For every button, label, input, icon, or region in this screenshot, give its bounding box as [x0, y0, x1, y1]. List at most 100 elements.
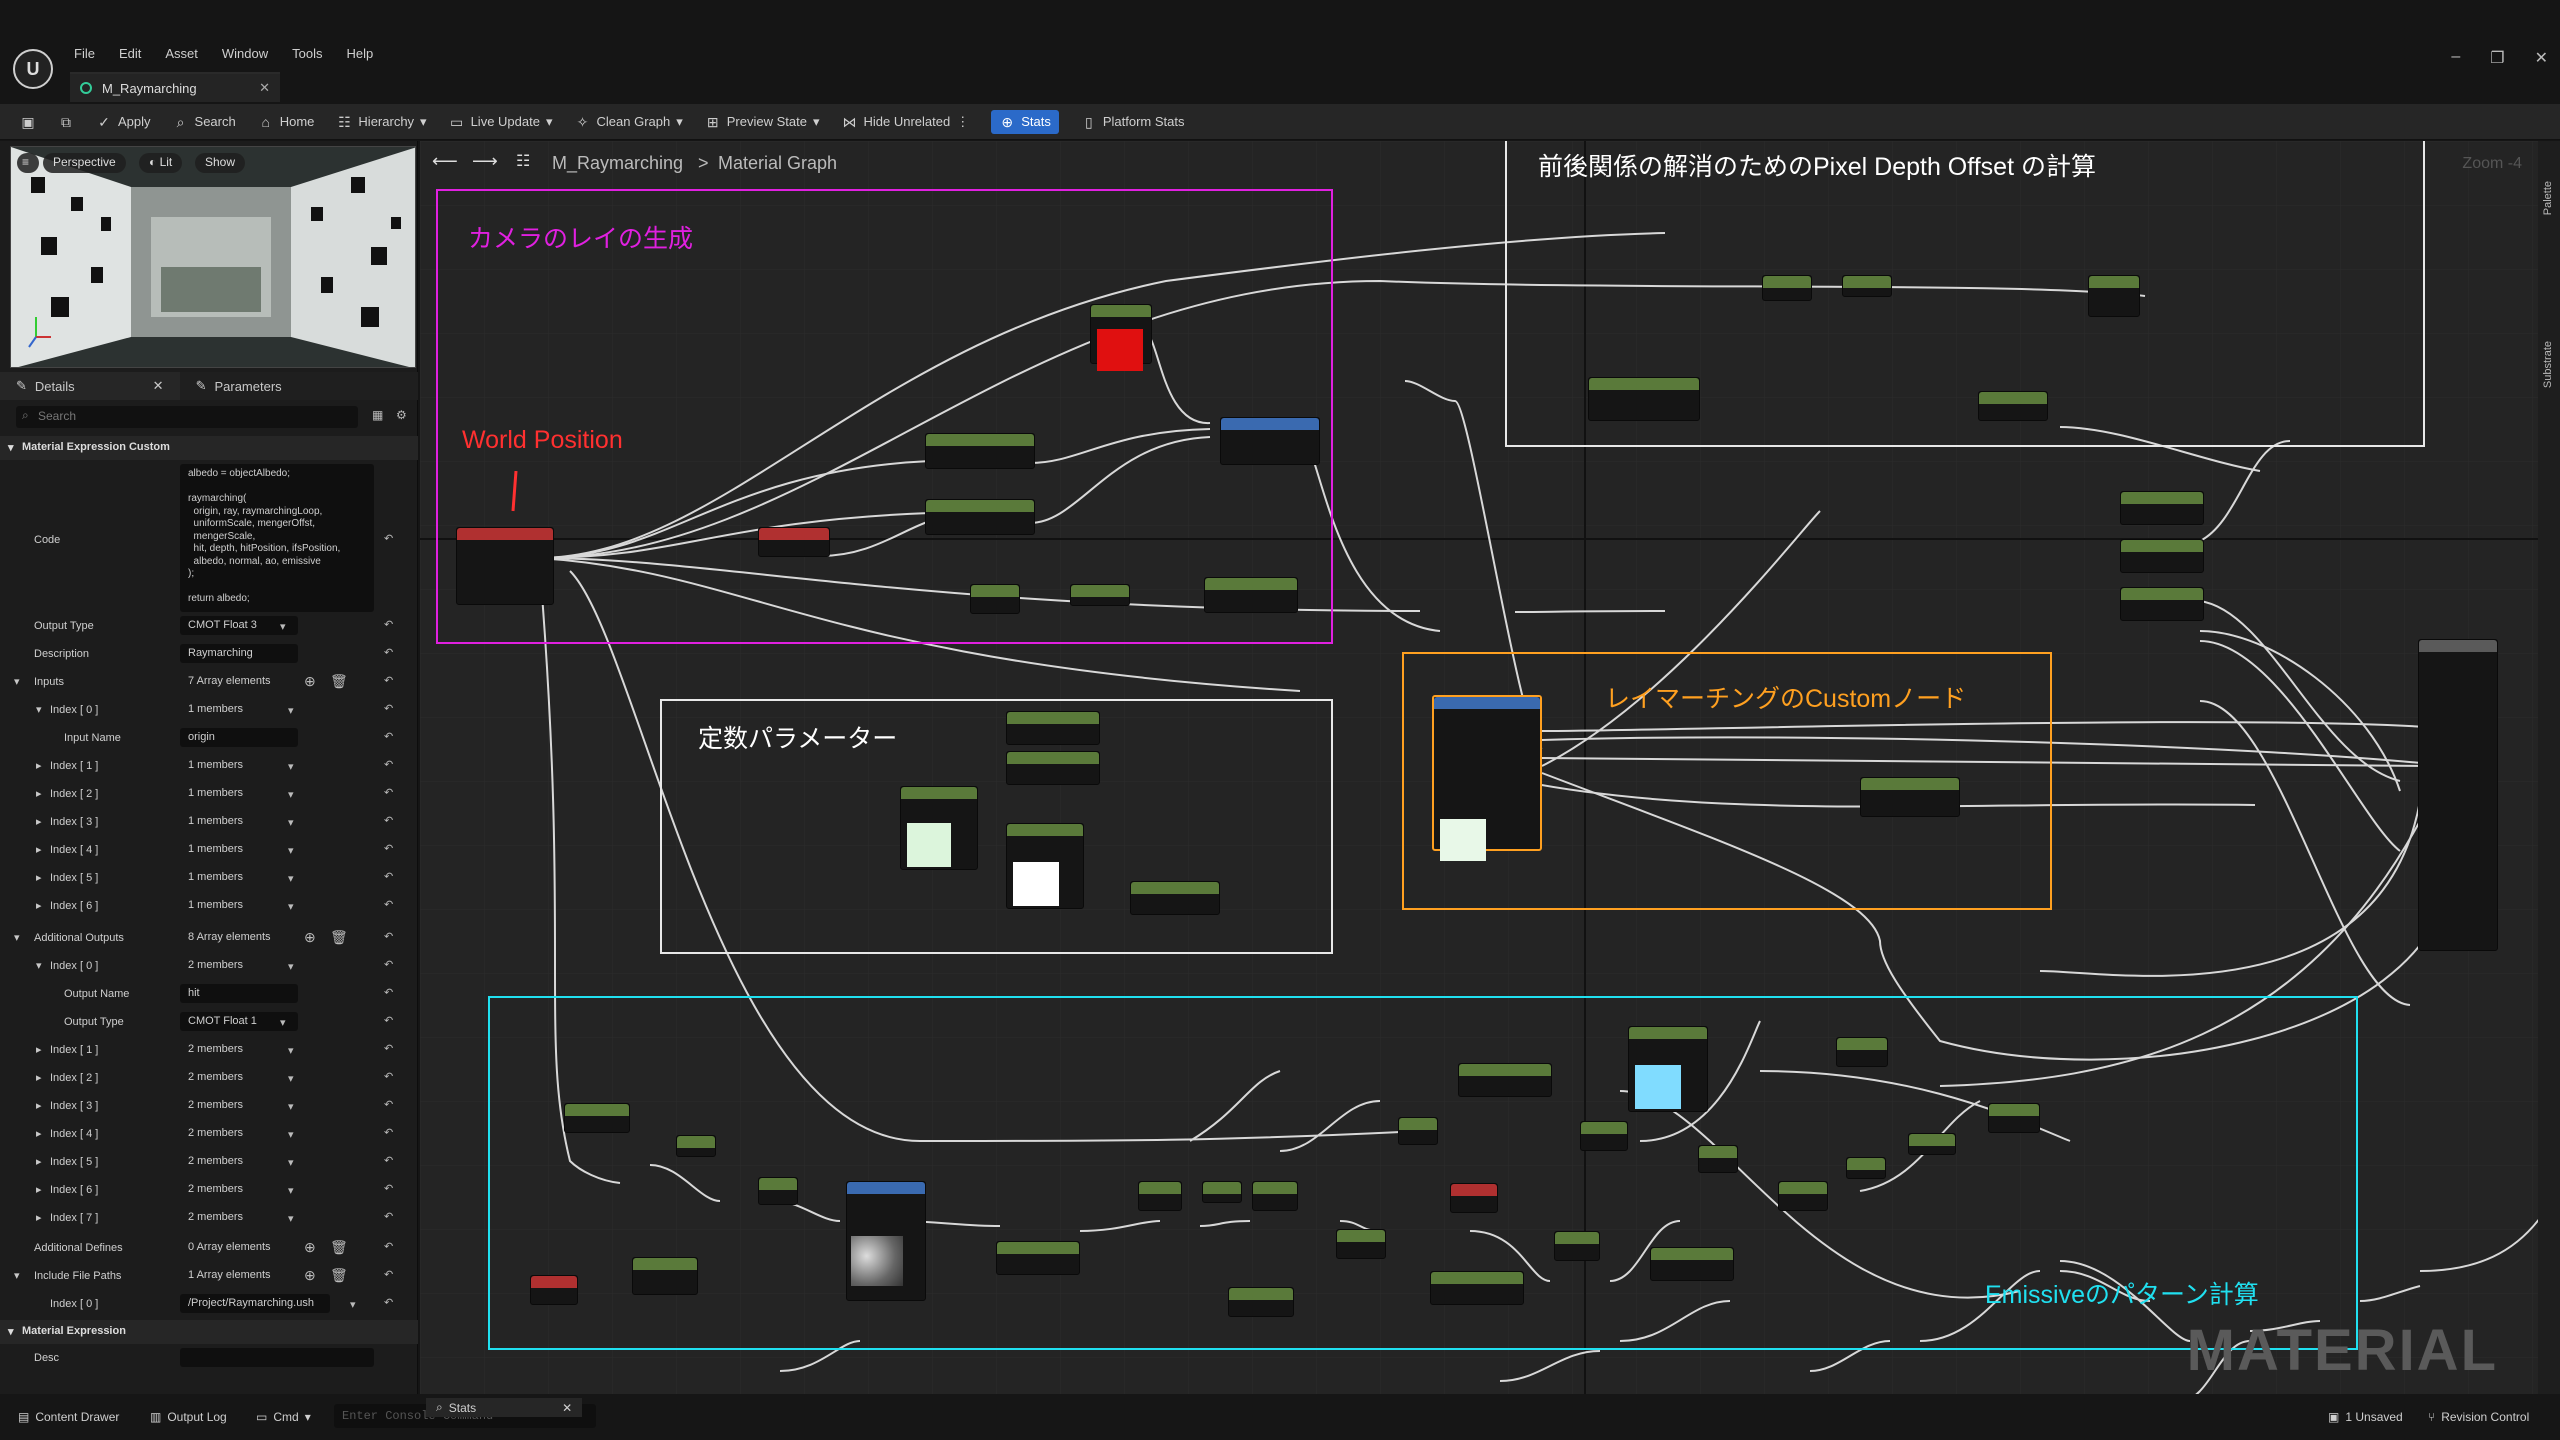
length-node[interactable] [1842, 275, 1892, 297]
metallic-param-node[interactable] [2120, 491, 2204, 525]
chevron-down-icon[interactable]: ▾ [288, 1156, 294, 1169]
reset-icon[interactable]: ↶ [384, 1014, 393, 1027]
close-tab-icon[interactable]: ✕ [562, 1401, 572, 1415]
reset-icon[interactable]: ↶ [384, 674, 393, 687]
reset-icon[interactable]: ↶ [384, 814, 393, 827]
chevron-down-icon[interactable]: ▾ [288, 816, 294, 829]
menu-help[interactable]: Help [346, 46, 373, 61]
outputs-index-2-row[interactable]: ▸ Index [ 2 ] 2 members ▾ ↶ [0, 1064, 418, 1092]
transform-vector-node[interactable] [1204, 577, 1298, 613]
outputs-index-3-row[interactable]: ▸ Index [ 3 ] 2 members ▾ ↶ [0, 1092, 418, 1120]
multiply-emissive-6[interactable] [1554, 1231, 1600, 1261]
reset-icon[interactable]: ↶ [384, 730, 393, 743]
multiply-emissive-1[interactable] [564, 1103, 630, 1133]
chevron-down-icon[interactable]: ▾ [288, 1044, 294, 1057]
reset-icon[interactable]: ↶ [384, 870, 393, 883]
add-element-icon[interactable]: ⊕ [304, 1239, 316, 1256]
inputs-index-1-row[interactable]: ▸ Index [ 1 ] 1 members ▾ ↶ [0, 752, 418, 780]
add-element-icon[interactable]: ⊕ [304, 929, 316, 946]
reset-icon[interactable]: ↶ [384, 1240, 393, 1253]
revision-control-button[interactable]: ⑂ Revision Control [2428, 1410, 2529, 1424]
transform-position-node-2[interactable] [925, 499, 1035, 535]
section-material-expression-custom[interactable]: ▾ Material Expression Custom [0, 436, 418, 460]
time-node-2[interactable] [1450, 1183, 1498, 1213]
chevron-down-icon[interactable]: ▾ [288, 704, 294, 717]
material-graph-canvas[interactable]: ⟵ ⟶ ☷ M_Raymarching > Material Graph Zoo… [420, 141, 2538, 1394]
specular-param-node[interactable] [2120, 587, 2204, 621]
multiply-emissive-7[interactable] [1778, 1181, 1828, 1211]
reset-icon[interactable]: ↶ [384, 1098, 393, 1111]
palette-tab[interactable]: Palette [2542, 181, 2554, 215]
screen-size-node[interactable] [1090, 304, 1152, 371]
section-material-expression[interactable]: ▾ Material Expression [0, 1320, 418, 1344]
chevron-down-icon[interactable]: ▾ [288, 872, 294, 885]
camera-position-node[interactable] [758, 527, 830, 557]
hide-unrelated-button[interactable]: ⋈ Hide Unrelated ⋮ [841, 114, 969, 130]
delete-icon[interactable]: 🗑 [330, 929, 348, 946]
object-albedo-param-node[interactable] [900, 786, 978, 870]
reset-icon[interactable]: ↶ [384, 930, 393, 943]
substrate-tab[interactable]: Substrate [2542, 341, 2554, 388]
close-window-icon[interactable]: ✕ [2535, 48, 2548, 68]
delete-icon[interactable]: 🗑 [330, 673, 348, 690]
subtract-pdo-node[interactable] [1762, 275, 1812, 301]
reset-icon[interactable]: ↶ [384, 1296, 393, 1309]
chevron-down-icon[interactable]: ▾ [288, 1072, 294, 1085]
reset-icon[interactable]: ↶ [384, 646, 393, 659]
emissive-speed-param[interactable] [1458, 1063, 1552, 1097]
add-emissive-3[interactable] [1698, 1145, 1738, 1173]
inputs-index-5-row[interactable]: ▸ Index [ 5 ] 1 members ▾ ↶ [0, 864, 418, 892]
delete-icon[interactable]: 🗑 [330, 1239, 348, 1256]
close-tab-icon[interactable]: ✕ [153, 378, 164, 394]
details-search-input[interactable]: ⌕ Search [16, 406, 358, 428]
stats-button[interactable]: ⊕ Stats [991, 109, 1059, 134]
live-update-button[interactable]: ▭ Live Update ▾ [449, 114, 553, 130]
platform-stats-button[interactable]: ▯ Platform Stats [1081, 114, 1185, 130]
menu-tools[interactable]: Tools [292, 46, 322, 61]
constant-emissive-1[interactable] [1228, 1287, 1294, 1317]
chevron-down-icon[interactable]: ▾ [288, 960, 294, 973]
dynamic-branch-node[interactable] [1220, 417, 1320, 465]
reset-icon[interactable]: ↶ [384, 842, 393, 855]
multiply-emissive-3[interactable] [1138, 1181, 1182, 1211]
chevron-down-icon[interactable]: ▾ [288, 900, 294, 913]
add-emissive-1[interactable] [758, 1177, 798, 1205]
reset-icon[interactable]: ↶ [384, 986, 393, 999]
raymarching-custom-node[interactable] [1432, 695, 1542, 861]
menger-offset-param-node[interactable] [1006, 823, 1084, 909]
multiply-emissive-5[interactable] [1580, 1121, 1628, 1151]
uniform-scale-param-node[interactable] [1006, 751, 1100, 785]
cmd-button[interactable]: ▭ Cmd ▾ [256, 1410, 311, 1424]
home-button[interactable]: ⌂ Home [258, 114, 315, 130]
menu-edit[interactable]: Edit [119, 46, 141, 61]
chevron-down-icon[interactable]: ▾ [288, 788, 294, 801]
transform-vector-normal-node[interactable] [1860, 777, 1960, 817]
normalize-node[interactable] [1070, 584, 1130, 606]
perspective-button[interactable]: Perspective [43, 153, 126, 173]
tab-details[interactable]: ✎ Details ✕ [0, 372, 180, 400]
hierarchy-button[interactable]: ☷ Hierarchy ▾ [336, 114, 426, 130]
absolute-world-position-node[interactable] [456, 527, 554, 605]
reset-icon[interactable]: ↶ [384, 898, 393, 911]
menu-window[interactable]: Window [222, 46, 268, 61]
subtract-node[interactable] [970, 584, 1020, 614]
minimize-icon[interactable]: – [2451, 48, 2460, 68]
preview-viewport[interactable]: ≡ Perspective ◐ Lit Show [10, 146, 416, 368]
outputs-index-5-row[interactable]: ▸ Index [ 5 ] 2 members ▾ ↶ [0, 1148, 418, 1176]
multiply-emissive-8[interactable] [1988, 1103, 2040, 1133]
viewport-menu-icon[interactable]: ≡ [17, 153, 39, 173]
add-emissive-2[interactable] [1398, 1117, 1438, 1145]
inputs-index-4-row[interactable]: ▸ Index [ 4 ] 1 members ▾ ↶ [0, 836, 418, 864]
inputs-index-6-row[interactable]: ▸ Index [ 6 ] 1 members ▾ ↶ [0, 892, 418, 920]
unreal-logo-icon[interactable]: U [13, 49, 53, 89]
unsaved-indicator[interactable]: ▣ 1 Unsaved [2328, 1410, 2403, 1424]
settings-gear-icon[interactable]: ⚙ [396, 408, 407, 422]
add-element-icon[interactable]: ⊕ [304, 1267, 316, 1284]
raymarching-loop-param-node[interactable] [1006, 711, 1100, 745]
saturate-node[interactable] [1908, 1133, 1956, 1155]
reset-icon[interactable]: ↶ [384, 618, 393, 631]
comment-box-camera-ray[interactable] [436, 189, 1333, 644]
reset-icon[interactable]: ↶ [384, 1210, 393, 1223]
divide-node[interactable] [1252, 1181, 1298, 1211]
include-file-paths-row[interactable]: ▾ Include File Paths 1 Array elements ⊕ 🗑 ↶ [0, 1262, 418, 1290]
